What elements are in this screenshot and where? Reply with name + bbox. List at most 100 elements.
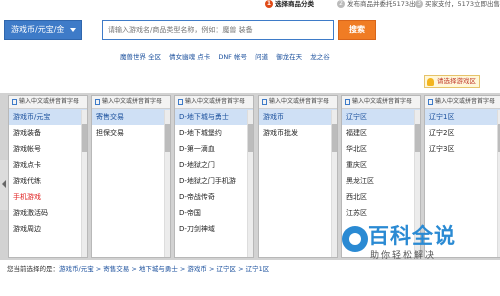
list-item[interactable]: 游戏周边 (9, 221, 87, 237)
list-item-label: 游戏周边 (13, 225, 41, 233)
list-item[interactable]: 重庆区 (342, 157, 420, 173)
input-icon (428, 99, 433, 105)
list-item[interactable]: D-地狱之门手机游 (175, 173, 253, 189)
list-item-label: 游戏点卡 (13, 161, 41, 169)
list-item[interactable]: D-地狱之门 (175, 157, 253, 173)
list-item[interactable]: 游戏帐号 (9, 141, 87, 157)
list-item-label: 辽宁区 (346, 113, 367, 121)
selection-path: 游戏币/元宝 > 寄售交易 > 地下城与勇士 > 游戏币 > 辽宁区 > 辽宁1… (59, 265, 270, 273)
hot-game-link[interactable]: 魔兽世界 全区 (120, 53, 161, 61)
step-2: 2 发布商品并委托5173出售 (337, 0, 422, 9)
list-item[interactable]: 辽宁1区 (425, 109, 500, 125)
hot-game-link[interactable]: 倩女幽魂 点卡 (169, 53, 210, 61)
list-item[interactable]: 黑龙江区 (342, 173, 420, 189)
column-list: 辽宁1区辽宁2区辽宁3区 (425, 109, 500, 157)
hot-game-link[interactable]: DNF 帐号 (218, 53, 247, 61)
list-item-label: 华北区 (346, 145, 367, 153)
step-3: 3 买家支付，5173立即出售 (415, 0, 500, 9)
list-item-label: 西北区 (346, 193, 367, 201)
select-region-notice: 请选择游戏区 (424, 75, 480, 88)
list-item[interactable]: 手机游戏 (9, 189, 87, 205)
hot-game-link[interactable]: 御龙在天 (276, 53, 302, 61)
list-item[interactable]: 游戏装备 (9, 125, 87, 141)
step-bar: 1 选择商品分类 2 发布商品并委托5173出售 3 买家支付，5173立即出售 (0, 0, 500, 9)
column-scrollbar[interactable] (247, 110, 253, 257)
list-item[interactable]: 福建区 (342, 125, 420, 141)
list-item[interactable]: 辽宁3区 (425, 141, 500, 157)
list-item-label: 重庆区 (346, 161, 367, 169)
scrollbar-thumb[interactable] (82, 124, 87, 152)
list-item-label: 辽宁3区 (429, 145, 455, 153)
column-filter-input[interactable]: 输入中文或拼音首字母 (259, 96, 337, 109)
notice-text: 请选择游戏区 (437, 77, 476, 85)
list-item-label: 游戏帐号 (13, 145, 41, 153)
list-item[interactable]: D-地下城堡约 (175, 125, 253, 141)
list-item[interactable]: 辽宁2区 (425, 125, 500, 141)
list-item[interactable]: 游戏币 (259, 109, 337, 125)
column-list: 游戏币 游戏币批发 (259, 109, 337, 141)
list-item-label: 黑龙江区 (346, 177, 374, 185)
list-item[interactable]: 担保交易 (92, 125, 170, 141)
list-item[interactable]: 游戏币批发 (259, 125, 337, 141)
list-item[interactable]: 西北区 (342, 189, 420, 205)
list-item[interactable]: 游戏代练 (9, 173, 87, 189)
list-item[interactable]: D-地下城与勇士 (175, 109, 253, 125)
lightbulb-icon (427, 78, 434, 86)
list-item[interactable]: 辽宁区 (342, 109, 420, 125)
column-list: D-地下城与勇士 D-地下城堡约 D-第一滴血 D-地狱之门 D-地狱之门手机游 D-帝战… (175, 109, 253, 237)
list-item[interactable]: D-第一滴血 (175, 141, 253, 157)
list-item[interactable]: 江苏区 (342, 205, 420, 221)
scrollbar-thumb[interactable] (332, 124, 337, 152)
list-item[interactable]: D-帝战传奇 (175, 189, 253, 205)
column-list: 寄售交易担保交易 (92, 109, 170, 141)
list-item[interactable]: 游戏币/元宝 (9, 109, 87, 125)
column-filter-input[interactable]: 输入中文或拼音首字母 (9, 96, 87, 109)
list-item[interactable]: 游戏激活码 (9, 205, 87, 221)
column-filter-input[interactable]: 输入中文或拼音首字母 (425, 96, 500, 109)
step-1-number: 1 (265, 0, 273, 8)
scrollbar-thumb[interactable] (248, 124, 253, 152)
list-item-label: 寄售交易 (96, 113, 124, 121)
column-list: 辽宁区福建区华北区重庆区黑龙江区西北区江苏区 (342, 109, 420, 221)
column-scrollbar[interactable] (81, 110, 87, 257)
search-button[interactable]: 搜索 (338, 20, 376, 40)
list-item[interactable]: 寄售交易 (92, 109, 170, 125)
watermark-title: 百科全说 (368, 224, 456, 248)
arrow-left-icon (2, 180, 6, 188)
list-item-label: D-第一滴血 (179, 145, 215, 153)
scrollbar-thumb[interactable] (415, 124, 420, 152)
column-scrollbar[interactable] (331, 110, 337, 257)
step-2-label: 发布商品并委托5173出售 (347, 0, 423, 8)
category-column: 输入中文或拼音首字母寄售交易担保交易 (91, 95, 171, 258)
scrollbar-thumb[interactable] (165, 124, 170, 152)
list-item-label: 游戏币/元宝 (13, 113, 51, 121)
column-filter-input[interactable]: 输入中文或拼音首字母 (175, 96, 253, 109)
list-item[interactable]: 游戏点卡 (9, 157, 87, 173)
list-item-label: D-地下城堡约 (179, 129, 222, 137)
list-item-label: 游戏装备 (13, 129, 41, 137)
input-icon (262, 99, 267, 105)
hot-game-link[interactable]: 问道 (255, 53, 268, 61)
input-icon (345, 99, 350, 105)
list-item-label: D-帝战传奇 (179, 193, 215, 201)
hot-game-link[interactable]: 龙之谷 (310, 53, 330, 61)
list-item-label: 游戏币 (263, 113, 284, 121)
scroll-left-button[interactable] (0, 160, 8, 210)
list-item[interactable]: D-刀剑神域 (175, 221, 253, 237)
list-item-label: D-地狱之门 (179, 161, 215, 169)
list-item-label: 辽宁1区 (429, 113, 455, 121)
column-filter-input[interactable]: 输入中文或拼音首字母 (92, 96, 170, 109)
category-select-button[interactable]: 游戏币/元宝/金 (4, 20, 82, 40)
list-item-label: 手机游戏 (13, 193, 41, 201)
list-item-label: D-地狱之门手机游 (179, 177, 236, 185)
column-filter-input[interactable]: 输入中文或拼音首字母 (342, 96, 420, 109)
step-1-label: 选择商品分类 (275, 0, 314, 8)
step-2-number: 2 (337, 0, 345, 8)
list-item-label: 福建区 (346, 129, 367, 137)
list-item[interactable]: D-帝国 (175, 205, 253, 221)
list-item[interactable]: 华北区 (342, 141, 420, 157)
input-icon (12, 99, 17, 105)
list-item-label: 游戏币批发 (263, 129, 298, 137)
search-input[interactable] (102, 20, 334, 40)
column-scrollbar[interactable] (164, 110, 170, 257)
